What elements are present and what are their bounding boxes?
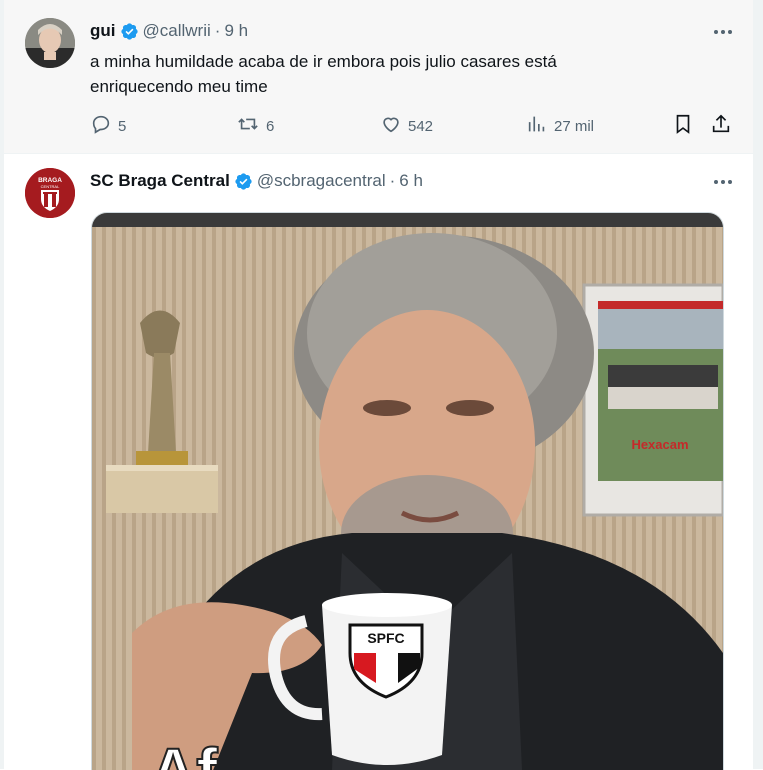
- share-icon: [710, 113, 738, 139]
- retweet-icon: [236, 113, 266, 139]
- timestamp[interactable]: 9 h: [224, 21, 248, 41]
- share-button[interactable]: [710, 112, 738, 140]
- tweet-sc-braga-central[interactable]: BRAGA CENTRAL SC Braga Central @scbragac…: [4, 154, 753, 770]
- avatar-logo-subtext: CENTRAL: [41, 184, 60, 189]
- views-icon: [526, 113, 554, 139]
- like-button[interactable]: 542: [380, 112, 433, 140]
- timeline-border-right: [753, 0, 763, 769]
- tweet-media-photo[interactable]: Hexacam SPFC: [91, 212, 724, 770]
- views-count: 27 mil: [554, 117, 595, 135]
- verified-icon: [234, 172, 253, 191]
- avatar-logo-text: BRAGA: [38, 177, 62, 184]
- reply-button[interactable]: 5: [90, 112, 126, 140]
- separator: ·: [214, 21, 221, 40]
- display-name[interactable]: SC Braga Central: [90, 171, 230, 191]
- user-handle[interactable]: @scbragacentral: [257, 171, 386, 191]
- tweet-text-line: a minha humildade acaba de ir embora poi…: [90, 52, 557, 71]
- frame-caption: Hexacam: [631, 437, 688, 452]
- tweet-text: a minha humildade acaba de ir embora poi…: [90, 49, 650, 99]
- reply-icon: [90, 113, 118, 139]
- tweet-gui[interactable]: gui @callwrii · 9 h a minha humildade ac…: [4, 0, 753, 154]
- tweet-header: gui @callwrii · 9 h: [90, 21, 248, 41]
- framed-team-photo: Hexacam: [582, 283, 723, 517]
- action-bar: 5 6 542 27 mil: [90, 112, 738, 140]
- reply-count: 5: [118, 117, 127, 135]
- more-icon[interactable]: [711, 22, 735, 42]
- user-handle[interactable]: @callwrii: [143, 21, 211, 41]
- separator: ·: [389, 171, 396, 190]
- cup-logo-text: SPFC: [367, 630, 404, 646]
- views-button[interactable]: 27 mil: [526, 112, 594, 140]
- more-icon[interactable]: [711, 172, 735, 192]
- avatar[interactable]: BRAGA CENTRAL: [25, 168, 75, 218]
- bookmark-button[interactable]: [672, 112, 700, 140]
- retweet-button[interactable]: 6: [236, 112, 274, 140]
- verified-icon: [120, 22, 139, 41]
- bookmark-icon: [672, 113, 700, 139]
- retweet-count: 6: [266, 117, 275, 135]
- like-count: 542: [408, 117, 434, 135]
- timestamp[interactable]: 6 h: [399, 171, 423, 191]
- tweet-header: SC Braga Central @scbragacentral · 6 h: [90, 171, 423, 191]
- like-icon: [380, 113, 408, 139]
- tweet-text-line: enriquecendo meu time: [90, 77, 268, 96]
- overlay-caption: Af: [150, 735, 218, 770]
- avatar[interactable]: [25, 18, 75, 68]
- display-name[interactable]: gui: [90, 21, 116, 41]
